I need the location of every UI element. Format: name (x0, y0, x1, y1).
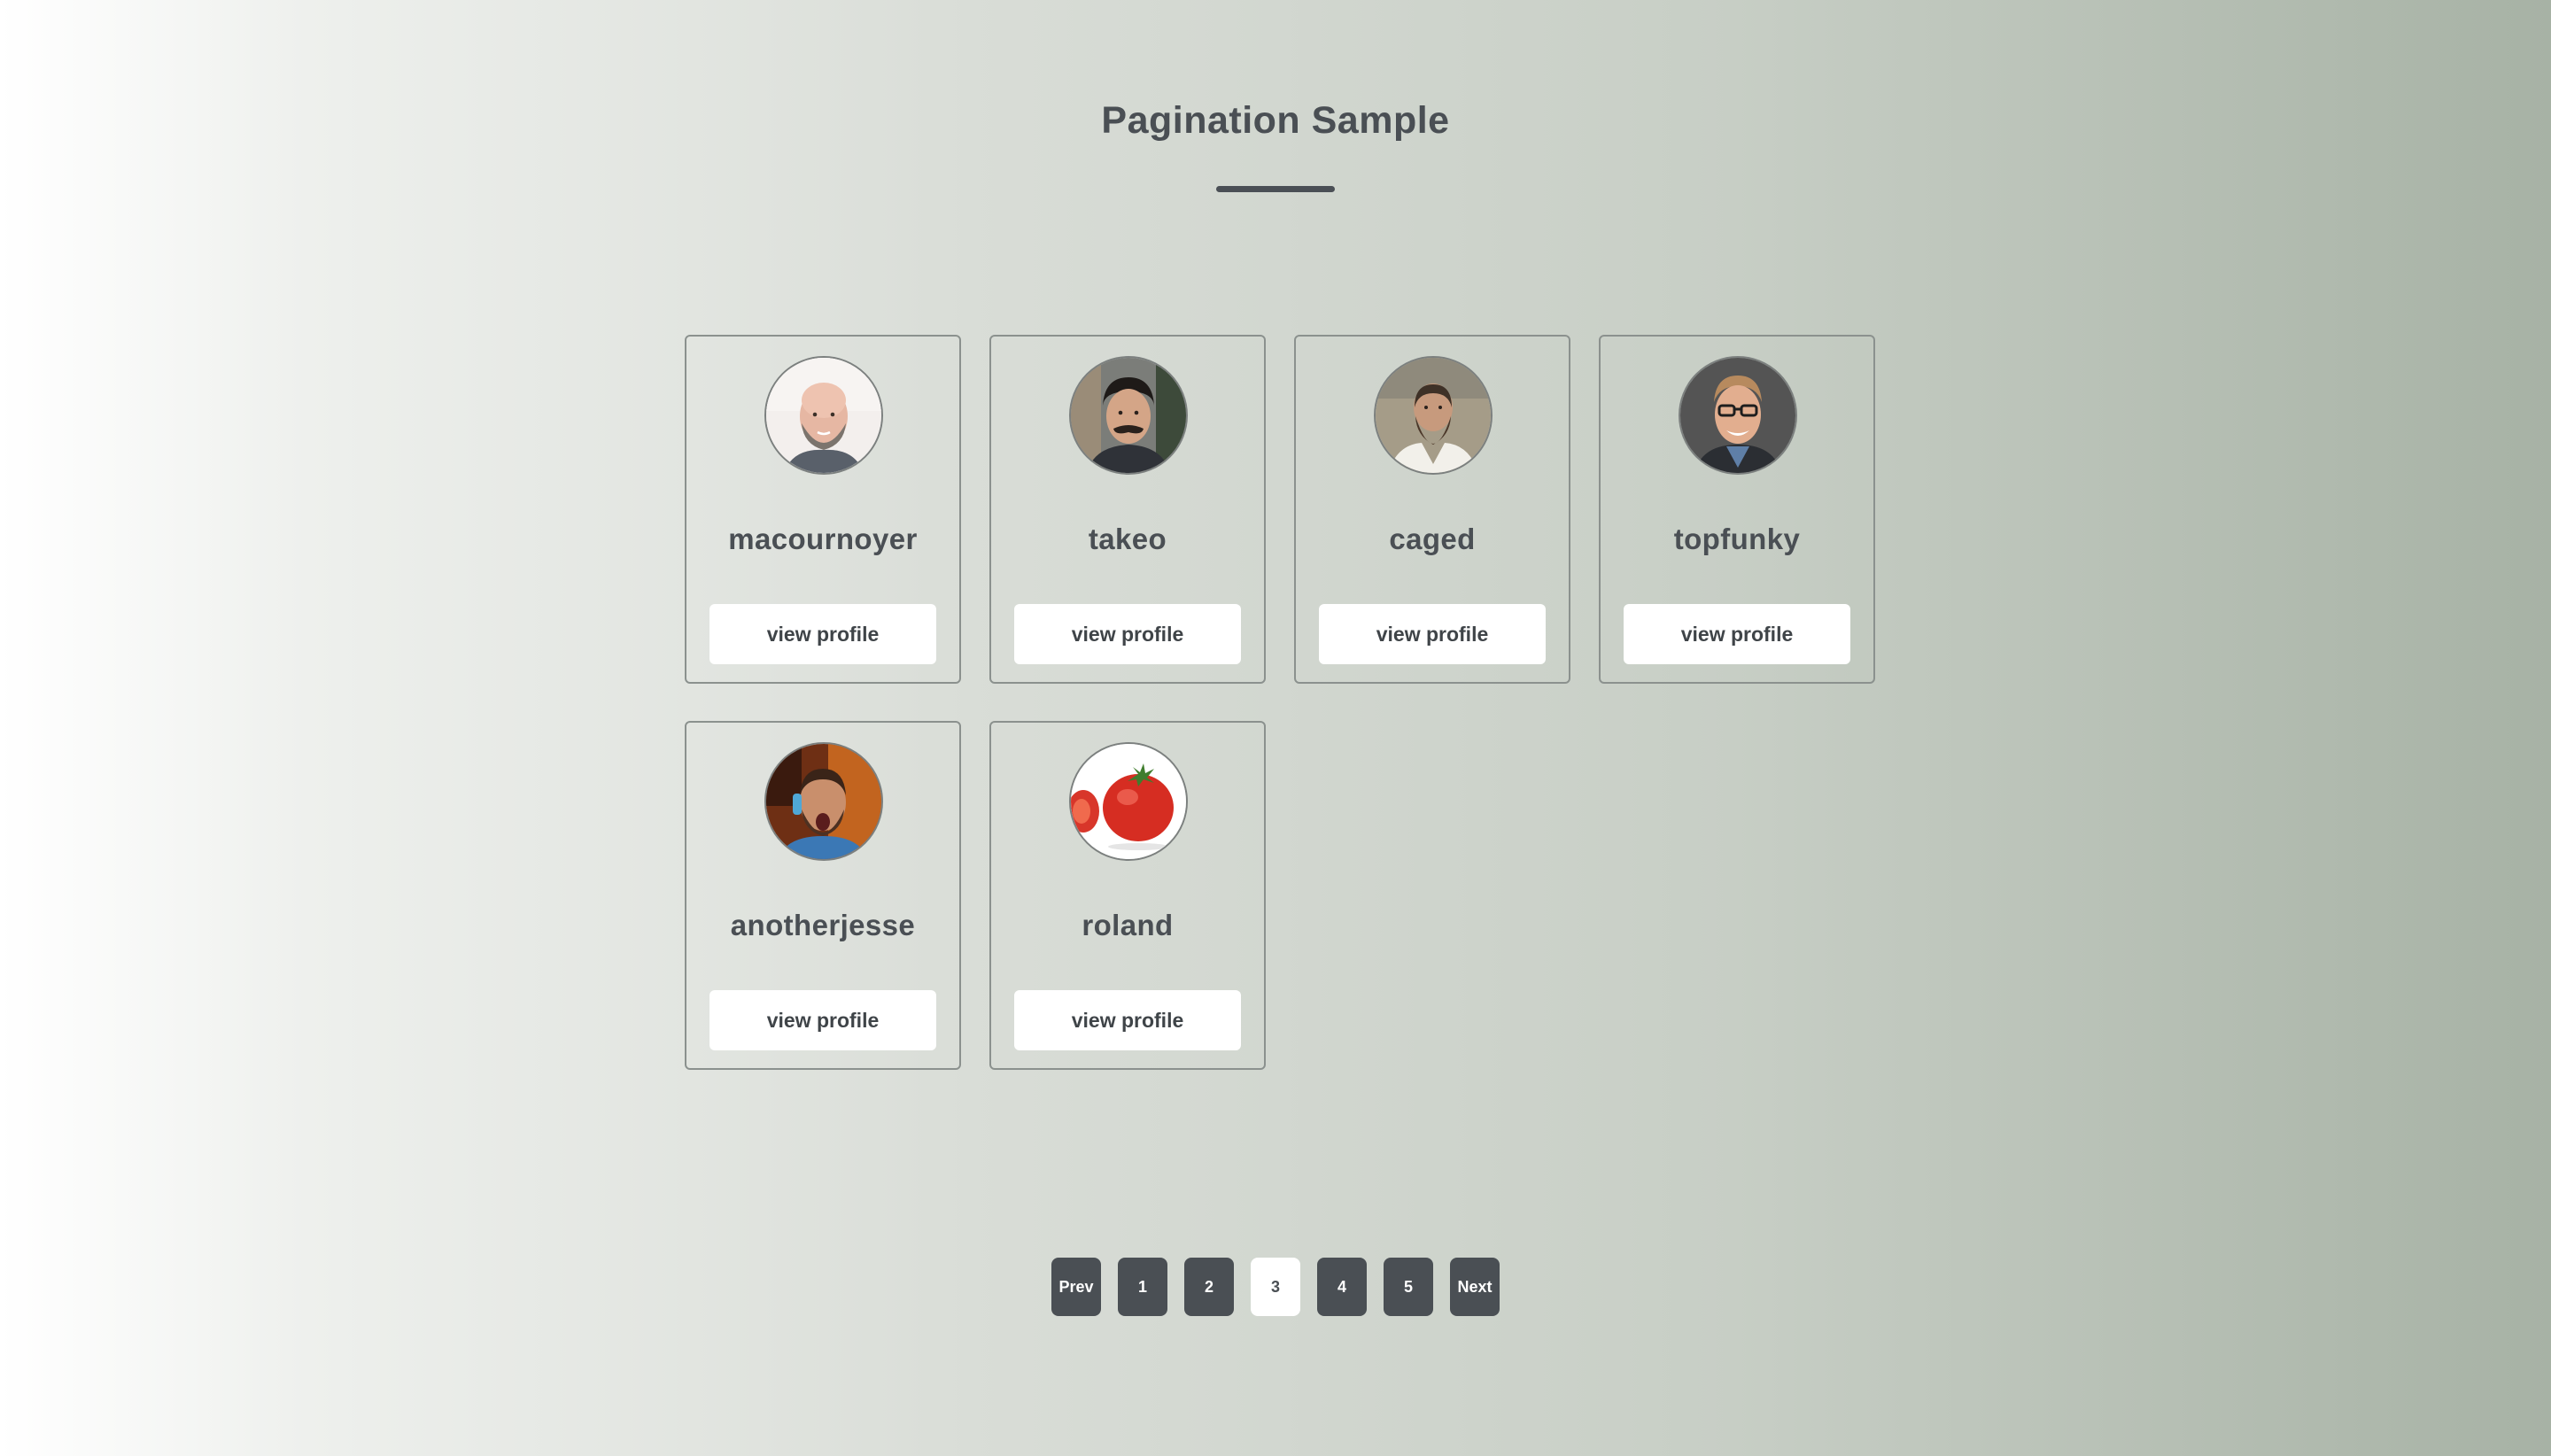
profile-username: caged (1389, 523, 1476, 555)
mustached-man-avatar-icon (1069, 356, 1188, 475)
next-page-button[interactable]: Next (1450, 1258, 1500, 1316)
profile-username: topfunky (1673, 523, 1801, 555)
view-profile-button[interactable]: view profile (1014, 604, 1241, 664)
profile-card: takeo view profile (989, 335, 1266, 684)
profile-card: macournoyer view profile (685, 335, 961, 684)
prev-page-button[interactable]: Prev (1051, 1258, 1101, 1316)
bald-bearded-man-avatar-icon (764, 356, 883, 475)
page-button-3[interactable]: 3 (1251, 1258, 1300, 1316)
view-profile-button[interactable]: view profile (1014, 990, 1241, 1050)
page-title: Pagination Sample (1101, 99, 1450, 142)
view-profile-button[interactable]: view profile (1319, 604, 1546, 664)
profile-username: macournoyer (728, 523, 918, 555)
profile-card: topfunky view profile (1599, 335, 1875, 684)
view-profile-button[interactable]: view profile (709, 604, 936, 664)
profile-username: takeo (1088, 523, 1167, 555)
profile-card: caged view profile (1294, 335, 1570, 684)
page-button-2[interactable]: 2 (1184, 1258, 1234, 1316)
page-button-5[interactable]: 5 (1384, 1258, 1433, 1316)
glasses-man-avatar-icon (1679, 356, 1797, 475)
profile-username: anotherjesse (730, 909, 916, 941)
pagination: Prev 1 2 3 4 5 Next (1051, 1258, 1500, 1316)
tomato-avatar-icon (1069, 742, 1188, 861)
page-button-1[interactable]: 1 (1118, 1258, 1167, 1316)
profile-card: roland view profile (989, 721, 1266, 1070)
headphones-man-avatar-icon (764, 742, 883, 861)
title-underline (1216, 186, 1335, 192)
profile-card: anotherjesse view profile (685, 721, 961, 1070)
view-profile-button[interactable]: view profile (1624, 604, 1850, 664)
long-beard-man-avatar-icon (1374, 356, 1493, 475)
view-profile-button[interactable]: view profile (709, 990, 936, 1050)
profile-grid: macournoyer view profile takeo view prof… (685, 335, 1876, 1070)
page-button-4[interactable]: 4 (1317, 1258, 1367, 1316)
profile-username: roland (1082, 909, 1174, 941)
